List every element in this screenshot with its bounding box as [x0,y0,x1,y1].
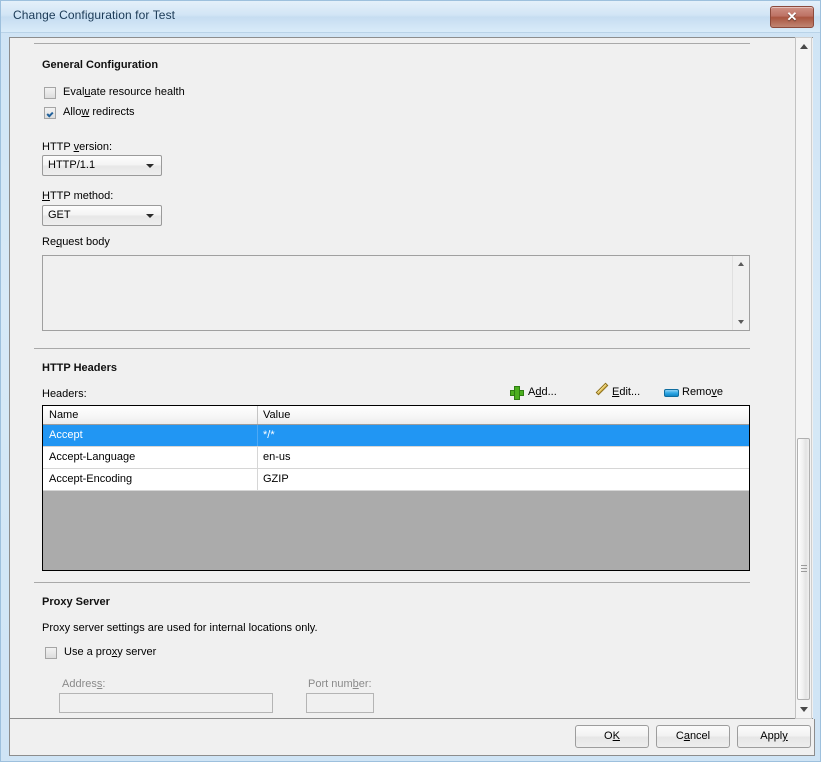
close-icon: ✕ [771,8,813,25]
triangle-up-icon [738,262,744,266]
general-configuration-heading: General Configuration [42,59,158,71]
cell-value: GZIP [263,473,289,485]
scroll-down-button[interactable] [733,314,749,330]
proxy-server-heading: Proxy Server [42,596,110,608]
headers-table[interactable]: Name Value Accept */* Accept-Language en… [42,405,750,571]
scroll-up-button[interactable] [733,256,749,272]
apply-button[interactable]: Apply [737,725,811,748]
scroll-down-button[interactable] [796,701,811,718]
cell-divider [257,469,258,490]
dialog-vertical-scrollbar[interactable] [795,37,812,719]
dialog-button-bar: OK Cancel Apply [9,719,815,756]
column-header-value[interactable]: Value [263,409,290,421]
ok-button[interactable]: OK [575,725,649,748]
http-version-value: HTTP/1.1 [48,159,95,171]
close-button[interactable]: ✕ [770,6,814,28]
headers-list-label: Headers: [42,388,87,400]
http-method-dropdown[interactable]: GET [42,205,162,226]
checkbox-box[interactable] [44,107,56,119]
http-version-label: HTTP version: [42,141,112,153]
dialog-window: Change Configuration for Test ✕ General … [0,0,821,762]
separator-headers [34,348,750,349]
triangle-up-icon [800,44,808,49]
column-header-name[interactable]: Name [49,409,78,421]
title-bar: Change Configuration for Test ✕ [1,1,820,33]
separator-top [34,43,750,44]
table-row[interactable]: Accept-Encoding GZIP [43,469,749,491]
pencil-icon [594,386,609,400]
plus-icon [510,386,524,400]
edit-header-label: Edit... [612,386,640,398]
cancel-button[interactable]: Cancel [656,725,730,748]
proxy-address-label: Address: [62,678,105,690]
cell-name: Accept-Language [49,451,135,463]
table-header-row: Name Value [43,406,749,425]
column-divider[interactable] [257,406,258,424]
checkbox-box[interactable] [44,87,56,99]
cell-value: en-us [263,451,291,463]
separator-proxy [34,582,750,583]
request-body-scrollbar[interactable] [732,256,749,330]
table-empty-area[interactable] [43,491,749,571]
cell-name: Accept [49,429,83,441]
grip-icon [801,565,807,573]
cell-divider [257,447,258,468]
proxy-port-label: Port number: [308,678,372,690]
chevron-down-icon [146,214,154,218]
http-method-label: HTTP method: [42,190,113,202]
request-body-input[interactable] [43,256,733,330]
scroll-up-button[interactable] [796,38,811,55]
checkbox-box[interactable] [45,647,57,659]
http-method-value: GET [48,209,71,221]
request-body-container [42,255,750,331]
http-headers-heading: HTTP Headers [42,362,117,374]
proxy-port-input[interactable] [306,693,374,713]
scrollbar-thumb[interactable] [797,438,810,700]
remove-icon [664,389,679,397]
triangle-down-icon [800,707,808,712]
chevron-down-icon [146,164,154,168]
checkbox-label: Evaluate resource health [63,86,185,98]
proxy-description: Proxy server settings are used for inter… [42,622,318,634]
window-title: Change Configuration for Test [13,8,175,22]
cell-value: */* [263,429,275,441]
table-row[interactable]: Accept */* [43,425,749,447]
triangle-down-icon [738,320,744,324]
settings-scroll-content: General Configuration Evaluate resource … [10,38,798,718]
checkbox-label: Allow redirects [63,106,135,118]
dialog-content-panel: General Configuration Evaluate resource … [9,37,813,719]
cell-divider [257,425,258,446]
proxy-address-input[interactable] [59,693,273,713]
checkbox-label: Use a proxy server [64,646,156,658]
remove-header-label: Remove [682,386,723,398]
request-body-label: Request body [42,236,110,248]
table-row[interactable]: Accept-Language en-us [43,447,749,469]
http-version-dropdown[interactable]: HTTP/1.1 [42,155,162,176]
add-header-label: Add... [528,386,557,398]
cell-name: Accept-Encoding [49,473,132,485]
